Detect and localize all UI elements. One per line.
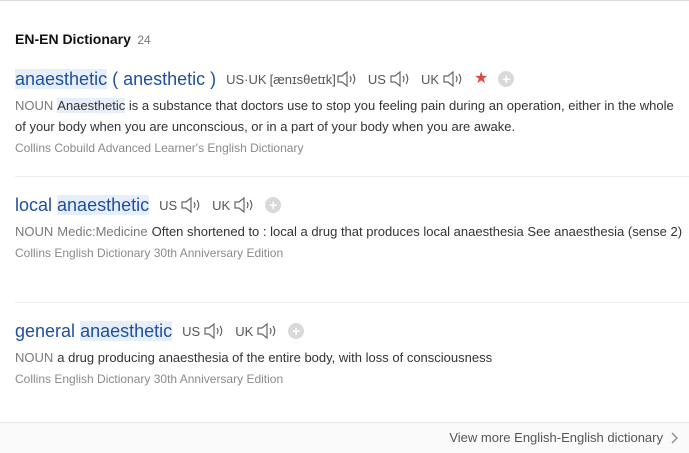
headword[interactable]: local anaesthetic (15, 194, 150, 216)
pron-us: US (182, 322, 225, 340)
star-icon[interactable]: ★ (474, 71, 488, 87)
speaker-icon[interactable] (442, 70, 464, 88)
speaker-icon[interactable] (336, 70, 358, 88)
pron-us: US (159, 196, 202, 214)
pron-uk-label: UK (420, 71, 440, 87)
headword[interactable]: general anaesthetic (15, 320, 173, 342)
pron-uk: UK (212, 196, 255, 214)
pron-us: US (368, 70, 411, 88)
speaker-icon[interactable] (180, 196, 202, 214)
dictionary-entry: local anaesthetic US UK + NOUN Medic:Medi… (15, 193, 689, 260)
definition: NOUN Medic:Medicine Often shortened to : l… (15, 221, 689, 242)
headword-prefix: general (15, 320, 81, 341)
subject-field: Medic:Medicine (57, 224, 148, 239)
speaker-icon[interactable] (389, 70, 411, 88)
definition: NOUN Anaesthetic is a substance that doct… (15, 95, 689, 137)
definition-highlight: Anaesthetic (57, 98, 126, 113)
part-of-speech: NOUN (15, 98, 54, 113)
view-more-label: View more English-English dictionary (449, 430, 663, 445)
add-icon[interactable]: + (265, 197, 282, 213)
footer-bar: View more English-English dictionary (0, 422, 689, 453)
definition: NOUN a drug producing anaesthesia of the … (15, 347, 689, 368)
entry-head: local anaesthetic US UK + (15, 193, 689, 217)
section-title: EN-EN Dictionary (15, 31, 131, 47)
pron-us-label: US (182, 323, 201, 339)
headword-prefix: local (15, 194, 58, 215)
headword-highlight: anaesthetic (57, 194, 150, 215)
section-header: EN-EN Dictionary 24 (15, 31, 151, 49)
headword[interactable]: anaesthetic ( anesthetic ) (15, 68, 217, 90)
ipa: [ænɪsθetɪk] (269, 71, 336, 87)
speaker-icon[interactable] (203, 322, 225, 340)
definition-text: Often shortened to : local a drug that p… (151, 224, 683, 239)
entry-head: general anaesthetic US UK + (15, 319, 689, 343)
dictionary-entry: general anaesthetic US UK + NOUN a drug p… (15, 319, 689, 386)
divider (15, 176, 689, 177)
view-more-link[interactable]: View more English-English dictionary (449, 430, 679, 445)
part-of-speech: NOUN (15, 224, 54, 239)
definition-text: a drug producing anaesthesia of the enti… (57, 350, 493, 365)
pron-uk-label: UK (235, 323, 254, 339)
source: Collins English Dictionary 30th Annivers… (15, 372, 284, 386)
pron-uk: UK (235, 322, 278, 340)
pron-uk: UK (421, 70, 464, 88)
chevron-right-icon (671, 432, 678, 443)
dictionary-panel: EN-EN Dictionary 24 anaesthetic ( anesth… (0, 0, 689, 453)
pron-us-uk-label: US·UK (226, 71, 267, 87)
speaker-icon[interactable] (256, 322, 278, 340)
result-count: 24 (137, 33, 151, 47)
divider (15, 302, 689, 303)
pron-us-uk: US·UK [ænɪsθetɪk] (226, 70, 358, 88)
dictionary-entry: anaesthetic ( anesthetic ) US·UK [ænɪsθe… (15, 67, 689, 155)
add-icon[interactable]: + (498, 71, 515, 87)
pron-us-label: US (367, 71, 386, 87)
entry-head: anaesthetic ( anesthetic ) US·UK [ænɪsθe… (15, 67, 689, 91)
source: Collins English Dictionary 30th Annivers… (15, 246, 284, 260)
part-of-speech: NOUN (15, 350, 54, 365)
headword-highlight: anaesthetic (80, 320, 173, 341)
headword-highlight: anaesthetic (15, 68, 108, 89)
speaker-icon[interactable] (233, 196, 255, 214)
source: Collins Cobuild Advanced Learner's Engli… (15, 141, 304, 155)
pron-us-label: US (159, 197, 178, 213)
headword-alt: ( anesthetic ) (107, 68, 217, 89)
pron-uk-label: UK (212, 197, 231, 213)
add-icon[interactable]: + (288, 323, 305, 339)
